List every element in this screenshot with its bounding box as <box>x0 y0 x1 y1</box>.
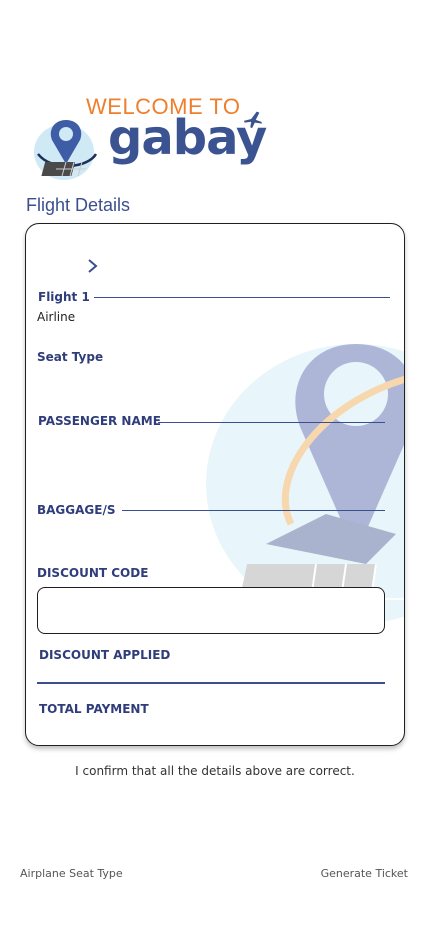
flight-details-card: Flight 1 Airline Seat Type PASSENGER NAM… <box>25 223 405 746</box>
flight-label: Flight 1 <box>38 290 90 304</box>
confirmation-text: I confirm that all the details above are… <box>75 764 355 778</box>
baggage-label: BAGGAGE/S <box>37 503 116 517</box>
total-payment-label: TOTAL PAYMENT <box>39 702 149 716</box>
airplane-seat-type-link[interactable]: Airplane Seat Type <box>20 867 123 880</box>
app-logo: WELCOME TO gabay <box>32 90 272 182</box>
flight-divider <box>94 297 390 298</box>
airline-label: Airline <box>37 310 76 324</box>
generate-ticket-link[interactable]: Generate Ticket <box>321 867 408 880</box>
map-pin-plane-icon <box>34 120 98 180</box>
passenger-name-label: PASSENGER NAME <box>38 414 161 428</box>
discount-applied-label: DISCOUNT APPLIED <box>39 648 171 662</box>
passenger-name-divider <box>158 422 385 423</box>
baggage-divider <box>122 510 385 511</box>
page-title: Flight Details <box>26 195 131 215</box>
discount-divider <box>37 682 385 684</box>
discount-code-input[interactable] <box>37 587 385 634</box>
plane-icon <box>243 111 263 129</box>
chevron-right-icon[interactable] <box>86 258 100 274</box>
seat-type-label: Seat Type <box>37 350 104 364</box>
discount-code-label: DISCOUNT CODE <box>37 566 149 580</box>
